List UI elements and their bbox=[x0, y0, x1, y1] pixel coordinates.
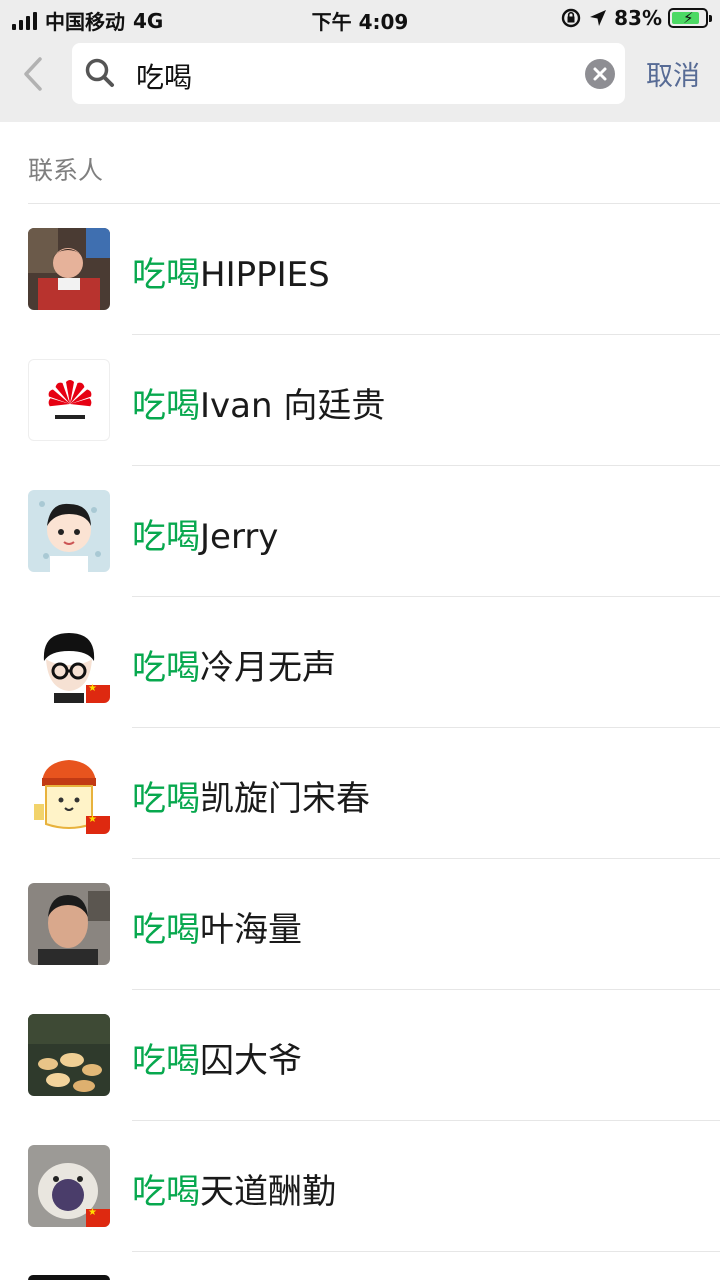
china-flag-icon bbox=[86, 814, 110, 834]
china-flag-icon bbox=[86, 1207, 110, 1227]
status-right: 83% ⚡ bbox=[560, 6, 712, 30]
contact-name: 吃喝囚大爷 bbox=[132, 1041, 302, 1081]
close-icon bbox=[593, 67, 607, 81]
avatar bbox=[28, 1275, 110, 1280]
search-icon bbox=[85, 58, 114, 87]
battery-icon: ⚡ bbox=[668, 8, 712, 28]
location-arrow-icon bbox=[590, 10, 607, 26]
back-button[interactable] bbox=[22, 54, 56, 94]
contact-name: 吃喝天道酬勤 bbox=[132, 1172, 336, 1212]
chevron-left-icon bbox=[24, 57, 42, 91]
contact-item[interactable]: 吃喝Ivan 向廷贵 bbox=[0, 335, 720, 466]
contact-name: 吃喝冷月无声 bbox=[132, 648, 336, 688]
contact-item[interactable]: 吃喝天道酬勤 bbox=[0, 1121, 720, 1252]
battery-percent: 83% bbox=[614, 6, 662, 30]
avatar bbox=[28, 1014, 110, 1096]
contact-item[interactable]: 吃喝Jerry bbox=[0, 466, 720, 597]
avatar bbox=[28, 883, 110, 965]
contact-name: 吃喝HIPPIES bbox=[132, 255, 330, 295]
clear-search-button[interactable] bbox=[585, 59, 615, 89]
avatar bbox=[28, 1145, 110, 1227]
china-flag-icon bbox=[86, 683, 110, 703]
search-query[interactable]: 吃喝 bbox=[136, 56, 192, 96]
cancel-button[interactable]: 取消 bbox=[646, 54, 700, 93]
contact-name: 吃喝叶海量 bbox=[132, 910, 302, 950]
contact-item[interactable]: 吃喝凯旋门宋春 bbox=[0, 728, 720, 859]
contact-item[interactable]: 吃喝叶海量 bbox=[0, 859, 720, 990]
contact-name: 吃喝Jerry bbox=[132, 517, 279, 557]
avatar bbox=[28, 621, 110, 703]
contact-item[interactable]: 吃喝囚大爷 bbox=[0, 990, 720, 1121]
orientation-lock-icon bbox=[561, 8, 581, 28]
contact-name: 吃喝Ivan 向廷贵 bbox=[132, 386, 386, 426]
divider bbox=[132, 1251, 720, 1252]
section-title-contacts: 联系人 bbox=[28, 156, 104, 185]
search-input[interactable]: 吃喝 bbox=[72, 43, 625, 104]
avatar bbox=[28, 752, 110, 834]
status-bar: 中国移动 4G 下午 4:09 83% ⚡ bbox=[0, 0, 720, 36]
contact-item[interactable]: 吃喝冷月无声 bbox=[0, 597, 720, 728]
contact-item[interactable]: 吃喝HIPPIES bbox=[0, 204, 720, 335]
contact-name: 吃喝凯旋门宋春 bbox=[132, 779, 370, 819]
charging-bolt-icon: ⚡ bbox=[683, 9, 694, 27]
huawei-logo-icon bbox=[48, 380, 92, 419]
avatar bbox=[28, 228, 110, 310]
avatar bbox=[28, 359, 110, 441]
avatar bbox=[28, 490, 110, 572]
top-bar: 中国移动 4G 下午 4:09 83% ⚡ 吃喝 取消 bbox=[0, 0, 720, 122]
